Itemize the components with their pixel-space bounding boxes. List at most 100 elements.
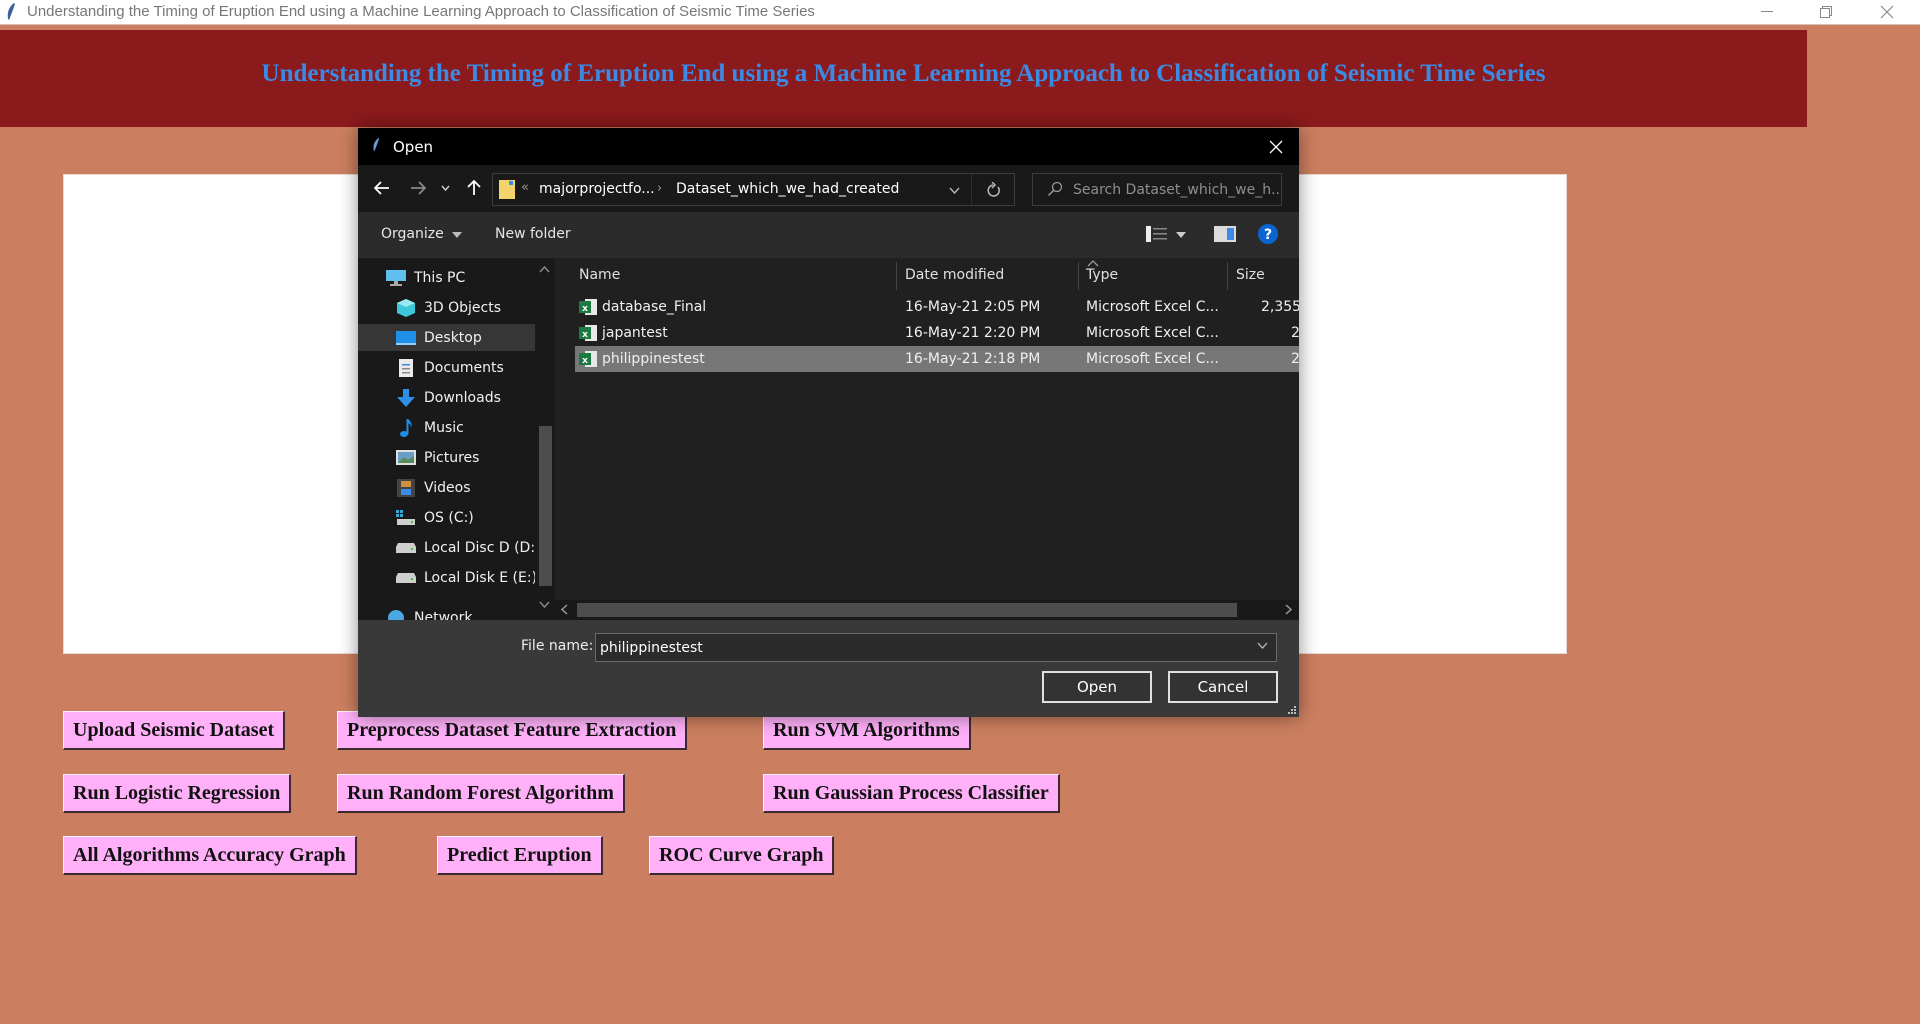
file-name-field[interactable] <box>595 633 1277 662</box>
column-header-type[interactable]: Type <box>1086 258 1118 292</box>
file-row[interactable]: x database_Final 16-May-21 2:05 PM Micro… <box>575 294 1299 320</box>
refresh-button[interactable] <box>971 174 1015 205</box>
cancel-button[interactable]: Cancel <box>1168 671 1278 703</box>
dialog-footer: File name: Open Cancel <box>358 620 1299 717</box>
search-box[interactable] <box>1032 173 1282 206</box>
forward-button[interactable] <box>406 177 430 199</box>
network-icon <box>386 609 406 620</box>
file-row-selected[interactable]: x philippinestest 16-May-21 2:18 PM Micr… <box>575 346 1299 372</box>
run-logistic-regression-button[interactable]: Run Logistic Regression <box>63 774 292 813</box>
nav-item-os-c[interactable]: OS (C:) <box>358 504 535 531</box>
close-icon <box>1269 140 1283 153</box>
breadcrumb-overflow[interactable]: « <box>521 180 529 195</box>
nav-label: Documents <box>424 359 504 376</box>
svg-text:?: ? <box>1264 227 1272 243</box>
nav-item-documents[interactable]: Documents <box>358 354 535 381</box>
roc-curve-button[interactable]: ROC Curve Graph <box>649 836 835 875</box>
chevron-down-icon[interactable] <box>1257 642 1268 649</box>
dialog-close-button[interactable] <box>1253 128 1299 165</box>
videos-icon <box>396 478 416 497</box>
close-icon <box>1880 5 1894 19</box>
breadcrumb-item[interactable]: Dataset_which_we_had_created <box>676 181 899 197</box>
view-list-icon[interactable] <box>1146 225 1168 243</box>
documents-icon <box>396 358 416 377</box>
nav-item-3d-objects[interactable]: 3D Objects <box>358 294 535 321</box>
preview-pane-icon[interactable] <box>1214 226 1236 242</box>
dialog-titlebar: Open <box>358 128 1299 165</box>
organize-menu[interactable]: Organize <box>381 226 463 242</box>
column-divider[interactable] <box>1227 262 1228 290</box>
file-date: 16-May-21 2:20 PM <box>905 325 1041 341</box>
scroll-right-icon[interactable] <box>1285 604 1292 615</box>
column-divider[interactable] <box>896 262 897 290</box>
nav-scrollbar-thumb[interactable] <box>539 426 552 586</box>
new-folder-button[interactable]: New folder <box>495 226 571 242</box>
breadcrumb-separator-icon: › <box>657 181 663 196</box>
horizontal-scrollbar-thumb[interactable] <box>577 603 1237 617</box>
run-gaussian-process-button[interactable]: Run Gaussian Process Classifier <box>763 774 1060 813</box>
breadcrumb-item[interactable]: majorprojectfo... <box>539 181 655 197</box>
nav-item-local-disk-e[interactable]: Local Disk E (E:) <box>358 564 537 591</box>
folder-icon <box>499 180 515 199</box>
file-name: japantest <box>602 325 668 341</box>
nav-item-this-pc[interactable]: This PC <box>358 264 535 291</box>
chevron-down-icon <box>440 185 450 191</box>
column-divider[interactable] <box>1078 262 1079 290</box>
restore-icon <box>1820 6 1832 18</box>
nav-item-network[interactable]: Network <box>358 604 535 620</box>
open-button[interactable]: Open <box>1042 671 1152 703</box>
column-header-size[interactable]: Size <box>1236 258 1265 292</box>
address-bar[interactable]: « majorprojectfo... › Dataset_which_we_h… <box>492 173 1015 206</box>
file-row[interactable]: x japantest 16-May-21 2:20 PM Microsoft … <box>575 320 1299 346</box>
resize-grip-icon[interactable] <box>1287 705 1297 715</box>
caret-down-icon <box>452 232 463 238</box>
svg-text:x: x <box>582 356 588 366</box>
file-name-input[interactable] <box>600 634 1240 661</box>
svg-text:x: x <box>582 330 588 340</box>
file-name: database_Final <box>602 299 707 315</box>
upload-seismic-dataset-button[interactable]: Upload Seismic Dataset <box>63 711 286 750</box>
help-icon[interactable]: ? <box>1258 224 1278 244</box>
os-drive-icon <box>396 509 416 527</box>
close-window-button[interactable] <box>1858 0 1916 24</box>
search-input[interactable] <box>1073 174 1279 205</box>
nav-label: Network <box>414 609 473 621</box>
back-button[interactable] <box>370 177 394 199</box>
predict-eruption-button[interactable]: Predict Eruption <box>437 836 603 875</box>
scroll-left-icon[interactable] <box>561 604 568 615</box>
run-random-forest-button[interactable]: Run Random Forest Algorithm <box>337 774 625 813</box>
file-date: 16-May-21 2:18 PM <box>905 351 1041 367</box>
music-icon <box>396 418 416 437</box>
scroll-down-icon[interactable] <box>539 601 550 608</box>
nav-item-desktop[interactable]: Desktop <box>358 324 535 351</box>
nav-item-music[interactable]: Music <box>358 414 535 441</box>
svg-text:x: x <box>582 304 588 314</box>
nav-item-videos[interactable]: Videos <box>358 474 535 501</box>
scroll-up-icon[interactable] <box>539 266 550 273</box>
file-size: 2 <box>1291 325 1299 341</box>
address-row: « majorprojectfo... › Dataset_which_we_h… <box>358 165 1299 212</box>
horizontal-scrollbar[interactable] <box>555 600 1299 620</box>
chevron-down-icon <box>949 187 960 195</box>
restore-button[interactable] <box>1797 0 1855 24</box>
column-header-name[interactable]: Name <box>579 258 620 292</box>
minimize-icon <box>1761 11 1773 12</box>
nav-scrollbar[interactable] <box>535 258 555 620</box>
excel-csv-icon: x <box>579 351 597 367</box>
navigation-pane: This PC 3D Objects Desktop Documents Dow… <box>358 258 555 620</box>
accuracy-graph-button[interactable]: All Algorithms Accuracy Graph <box>63 836 357 875</box>
3d-objects-icon <box>396 298 416 317</box>
app-heading: Understanding the Timing of Eruption End… <box>261 60 1546 87</box>
nav-item-local-disc-d[interactable]: Local Disc D (D:) <box>358 534 541 561</box>
minimize-button[interactable] <box>1738 0 1796 24</box>
recent-locations-button[interactable] <box>437 177 453 199</box>
app-banner: Understanding the Timing of Eruption End… <box>0 30 1807 127</box>
view-options-caret-icon[interactable] <box>1176 232 1186 238</box>
up-button[interactable] <box>462 177 486 199</box>
nav-item-pictures[interactable]: Pictures <box>358 444 535 471</box>
nav-item-downloads[interactable]: Downloads <box>358 384 535 411</box>
column-header-date-modified[interactable]: Date modified <box>905 258 1004 292</box>
address-dropdown-button[interactable] <box>949 182 960 201</box>
excel-csv-icon: x <box>579 299 597 315</box>
open-file-dialog: Open « majorprojectfo... › Dataset_which… <box>358 128 1299 717</box>
